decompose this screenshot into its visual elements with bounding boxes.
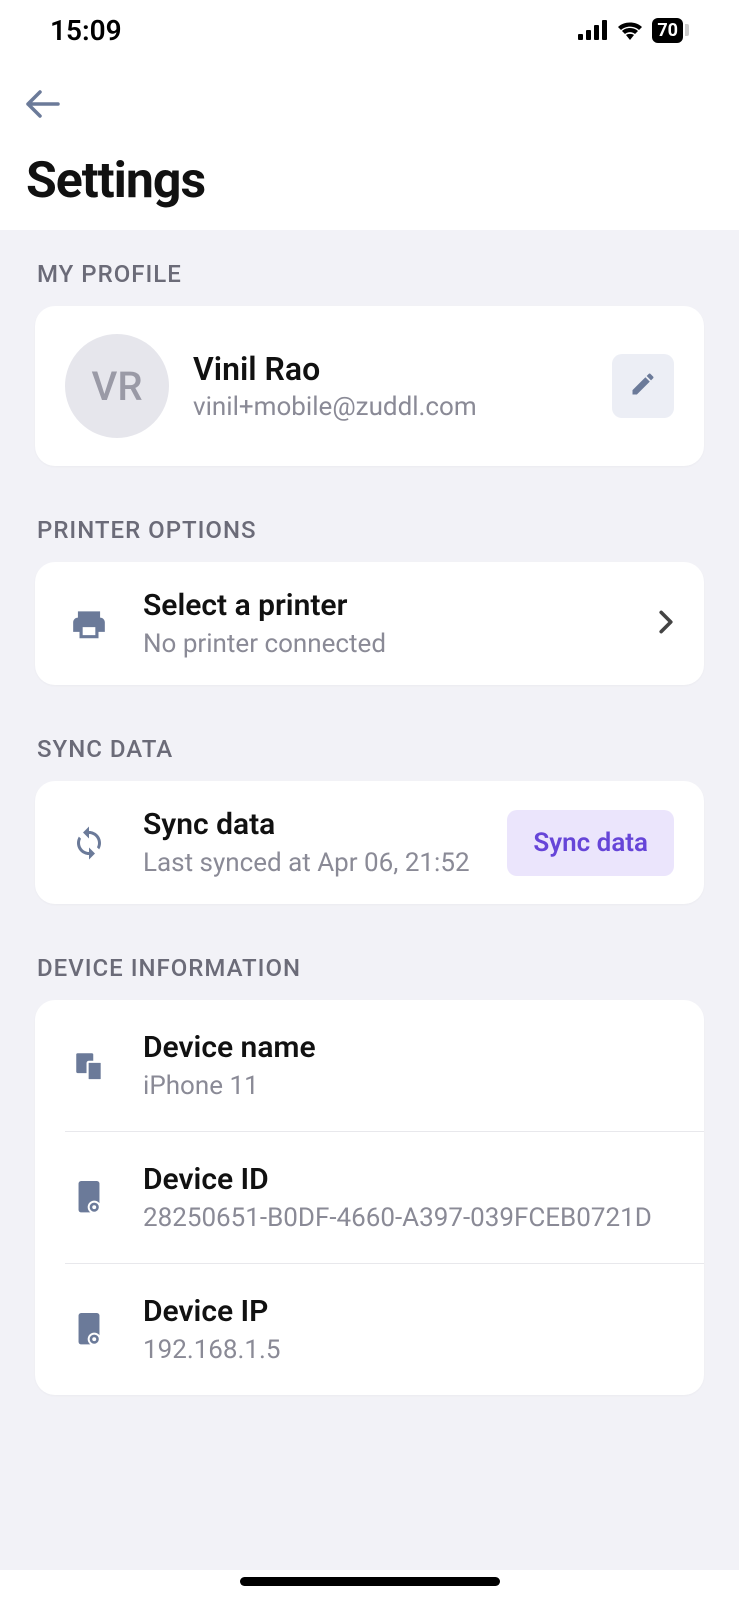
device-ip-icon — [65, 1313, 113, 1347]
profile-name: Vinil Rao — [193, 350, 588, 388]
device-name-content: Device name iPhone 11 — [143, 1030, 674, 1101]
printer-row-content: Select a printer No printer connected — [143, 588, 628, 659]
device-id-content: Device ID 28250651-B0DF-4660-A397-039FCE… — [143, 1162, 674, 1233]
status-time: 15:09 — [50, 14, 122, 47]
profile-card: VR Vinil Rao vinil+mobile@zuddl.com — [35, 306, 704, 466]
profile-section-header: MY PROFILE — [35, 260, 704, 288]
wifi-icon — [616, 20, 644, 40]
device-name-label: Device name — [143, 1030, 674, 1065]
edit-profile-button[interactable] — [612, 354, 674, 418]
device-id-row: Device ID 28250651-B0DF-4660-A397-039FCE… — [65, 1131, 704, 1263]
device-id-value: 28250651-B0DF-4660-A397-039FCEB0721D — [143, 1203, 674, 1233]
home-indicator[interactable] — [240, 1577, 500, 1586]
status-bar: 15:09 70 — [0, 0, 739, 60]
device-info-card: Device name iPhone 11 Device ID 28250651… — [35, 1000, 704, 1395]
device-name-value: iPhone 11 — [143, 1071, 674, 1101]
devices-icon — [65, 1049, 113, 1083]
back-button[interactable] — [26, 90, 713, 122]
device-id-icon — [65, 1181, 113, 1215]
sync-row-content: Sync data Last synced at Apr 06, 21:52 — [143, 807, 477, 878]
sync-icon — [65, 825, 113, 861]
sync-row: Sync data Last synced at Apr 06, 21:52 S… — [35, 781, 704, 904]
printer-card: Select a printer No printer connected — [35, 562, 704, 685]
device-ip-row: Device IP 192.168.1.5 — [65, 1263, 704, 1395]
sync-section-header: SYNC DATA — [35, 735, 704, 763]
pencil-icon — [629, 370, 657, 402]
device-ip-value: 192.168.1.5 — [143, 1335, 674, 1365]
profile-row: VR Vinil Rao vinil+mobile@zuddl.com — [35, 306, 704, 466]
nav-header: Settings — [0, 60, 739, 230]
profile-email: vinil+mobile@zuddl.com — [193, 392, 588, 422]
device-section-header: DEVICE INFORMATION — [35, 954, 704, 982]
printer-row-title: Select a printer — [143, 588, 628, 623]
printer-row-subtitle: No printer connected — [143, 629, 628, 659]
printer-section-header: PRINTER OPTIONS — [35, 516, 704, 544]
avatar: VR — [65, 334, 169, 438]
profile-info: Vinil Rao vinil+mobile@zuddl.com — [193, 350, 588, 422]
device-name-row: Device name iPhone 11 — [35, 1000, 704, 1131]
device-ip-label: Device IP — [143, 1294, 674, 1329]
status-indicators: 70 — [578, 18, 689, 43]
battery-tip-icon — [685, 24, 689, 36]
cellular-signal-icon — [578, 20, 608, 40]
page-title: Settings — [26, 152, 713, 210]
sync-row-subtitle: Last synced at Apr 06, 21:52 — [143, 848, 477, 878]
battery-indicator: 70 — [652, 18, 689, 43]
sync-data-button[interactable]: Sync data — [507, 810, 674, 876]
sync-row-title: Sync data — [143, 807, 477, 842]
select-printer-row[interactable]: Select a printer No printer connected — [35, 562, 704, 685]
chevron-right-icon — [658, 610, 674, 638]
printer-icon — [65, 605, 113, 643]
sync-card: Sync data Last synced at Apr 06, 21:52 S… — [35, 781, 704, 904]
battery-level: 70 — [652, 18, 683, 43]
device-id-label: Device ID — [143, 1162, 674, 1197]
content-area: MY PROFILE VR Vinil Rao vinil+mobile@zud… — [0, 230, 739, 1570]
device-ip-content: Device IP 192.168.1.5 — [143, 1294, 674, 1365]
